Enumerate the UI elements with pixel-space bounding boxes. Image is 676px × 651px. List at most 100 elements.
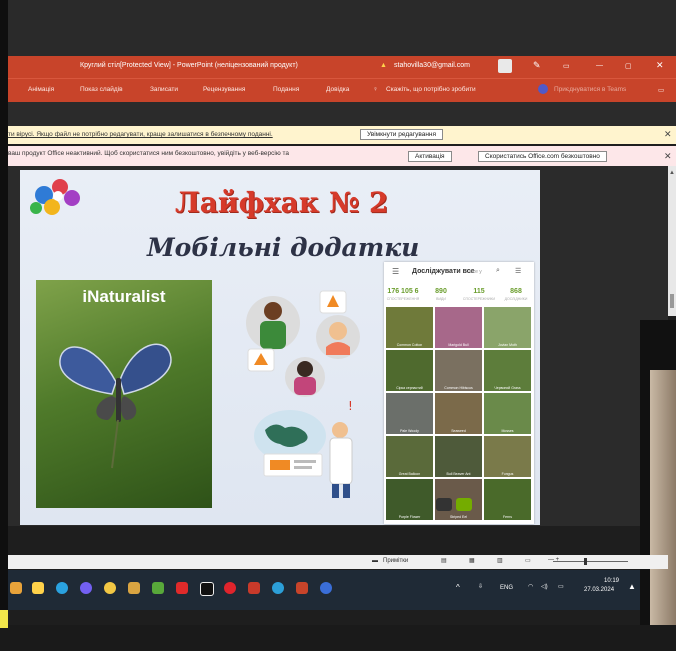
tiktok-icon[interactable]: [200, 582, 214, 596]
grid-photo: Ferns: [484, 479, 531, 520]
stat-label: ДОСЛІДНИКИ: [504, 297, 528, 301]
grid-photo: Fungus: [484, 436, 531, 477]
clock-time[interactable]: 10:19: [604, 578, 619, 584]
slide-sorter-icon[interactable]: ▦: [469, 557, 475, 564]
browser-icon[interactable]: [272, 582, 284, 594]
grid-photo: Bull Beaver Ant: [435, 436, 482, 477]
app-screenshot: ☰ Досліджувати все все у ⌕ ☰ 176 105 6 С…: [384, 262, 534, 524]
slide-title: Лайфхак № 2: [175, 186, 389, 219]
taskbar: ^ ⇩ ENG ◠ ◁) ▭ 10:19 27.03.2024 ▲: [8, 570, 640, 610]
stat-value: 176 105 6: [387, 288, 419, 295]
ribbon-display-icon[interactable]: ▭: [563, 62, 570, 70]
telegram-icon[interactable]: [56, 582, 68, 594]
normal-view-icon[interactable]: ▤: [441, 557, 447, 564]
language-indicator[interactable]: ENG: [500, 585, 513, 591]
app-icon[interactable]: [10, 582, 22, 594]
warning-icon: ▲: [380, 62, 387, 69]
slide-subtitle: Мобільні додатки: [147, 233, 420, 262]
grid-photo: Mosses: [484, 393, 531, 434]
settings-icon[interactable]: [128, 582, 140, 594]
radiation-icon[interactable]: [104, 582, 116, 594]
grid-photo: Червоний Grass: [484, 350, 531, 391]
protected-view-bar: ти вірусі. Якщо файл не потрібно редагув…: [8, 126, 676, 144]
maximize-button[interactable]: ▢: [625, 62, 632, 70]
zoom-app-icon[interactable]: [320, 582, 332, 594]
enable-editing-button[interactable]: Увімкнути редагування: [360, 129, 444, 140]
tab-record[interactable]: Записати: [150, 86, 178, 93]
battery-icon[interactable]: ▭: [558, 583, 564, 590]
grid-photo: Great Balloon: [386, 436, 433, 477]
share-teams[interactable]: Приєднуватися в Teams: [554, 86, 626, 93]
volume-icon[interactable]: ◁): [541, 583, 548, 590]
close-icon[interactable]: ✕: [664, 151, 672, 162]
opera-icon[interactable]: [224, 582, 236, 594]
vertical-scrollbar[interactable]: ▲: [668, 166, 676, 316]
zoom-controls[interactable]: — +: [548, 557, 559, 563]
scroll-thumb[interactable]: [670, 294, 674, 308]
reading-view-icon[interactable]: ▥: [497, 557, 503, 564]
wifi-icon[interactable]: ◠: [528, 583, 533, 590]
menu-icon: ☰: [392, 267, 400, 276]
stat-value: 115: [473, 288, 485, 295]
minecraft-icon[interactable]: [152, 582, 164, 594]
grid-photo: Purple Flower: [386, 479, 433, 520]
protected-message: ти вірусі. Якщо файл не потрібно редагув…: [8, 131, 273, 138]
tab-help[interactable]: Довідка: [326, 86, 349, 93]
photo-app-icon[interactable]: [248, 582, 260, 594]
activate-button[interactable]: Активація: [408, 151, 452, 162]
notes-icon: ▬: [372, 558, 378, 564]
window-title-bar: Круглий стіл[Protected View] - PowerPoin…: [8, 56, 676, 78]
tab-animation[interactable]: Анімація: [28, 86, 54, 93]
ribbon-tabs: Анімація Показ слайдів Записати Рецензув…: [8, 78, 676, 103]
grid-caption: Common Hibiscus: [444, 386, 473, 390]
tell-me-search[interactable]: Скажіть, що потрібно зробити: [386, 86, 476, 93]
grid-caption: Сірка серпастий: [396, 386, 423, 390]
file-explorer-icon[interactable]: [32, 582, 44, 594]
window-title: Круглий стіл[Protected View] - PowerPoin…: [80, 62, 298, 69]
notes-button[interactable]: Примітки: [383, 558, 408, 564]
zoom-thumb[interactable]: [584, 558, 587, 565]
scientist-map-illustration: !: [254, 400, 353, 498]
tab-slideshow[interactable]: Показ слайдів: [80, 86, 123, 93]
ribbon-collapsed-area: [8, 102, 676, 126]
clock-date[interactable]: 27.03.2024: [584, 587, 614, 593]
powerpoint-icon[interactable]: [296, 582, 308, 594]
lightbulb-icon: ♀: [373, 86, 378, 93]
list-view-icon: [436, 498, 452, 511]
viber-icon[interactable]: [80, 582, 92, 594]
edge-highlight: [0, 610, 8, 628]
stat-label: СПОСТЕРЕЖНИКИ: [462, 297, 496, 301]
grid-photo: Common Hibiscus: [435, 350, 482, 391]
app-search-hint: все у: [470, 269, 482, 275]
logo-icon: [30, 179, 80, 215]
grid-caption: Bull Beaver Ant: [446, 472, 471, 476]
tray-chevron-icon[interactable]: ^: [456, 583, 460, 592]
tab-view[interactable]: Подання: [273, 86, 299, 93]
butterfly-icon: [59, 343, 172, 469]
close-icon[interactable]: ✕: [664, 129, 672, 140]
minimize-button[interactable]: —: [596, 62, 603, 69]
account-email[interactable]: stahovilla30@gmail.com: [394, 62, 470, 69]
teams-icon: [538, 84, 548, 94]
avatar[interactable]: [498, 59, 512, 73]
close-window-button[interactable]: ✕: [656, 60, 664, 71]
pen-icon[interactable]: ✎: [533, 60, 541, 71]
slideshow-icon[interactable]: ▭: [525, 557, 531, 564]
notification-icon[interactable]: ▲: [628, 582, 636, 591]
svg-text:!: !: [348, 400, 353, 413]
grid-caption: Fungus: [501, 472, 514, 476]
zoom-slider[interactable]: [553, 561, 628, 562]
tab-review[interactable]: Рецензування: [203, 86, 245, 93]
use-office-online-button[interactable]: Скористатись Office.com безкоштовно: [478, 151, 607, 162]
top-dark-area: [8, 0, 676, 56]
comments-icon[interactable]: ▭: [658, 86, 664, 94]
youtube-icon[interactable]: [176, 582, 188, 594]
grid-caption: Striped Eel: [449, 515, 468, 519]
grid-caption: Ferns: [503, 515, 512, 519]
video-thumbnail: [650, 370, 676, 625]
grid-caption: Great Balloon: [398, 472, 421, 476]
usb-icon[interactable]: ⇩: [478, 583, 483, 590]
stat-label: ВИДИ: [436, 297, 446, 301]
grid-photo: Marigold Bull: [435, 307, 482, 348]
grid-photo: Common Cotton: [386, 307, 433, 348]
